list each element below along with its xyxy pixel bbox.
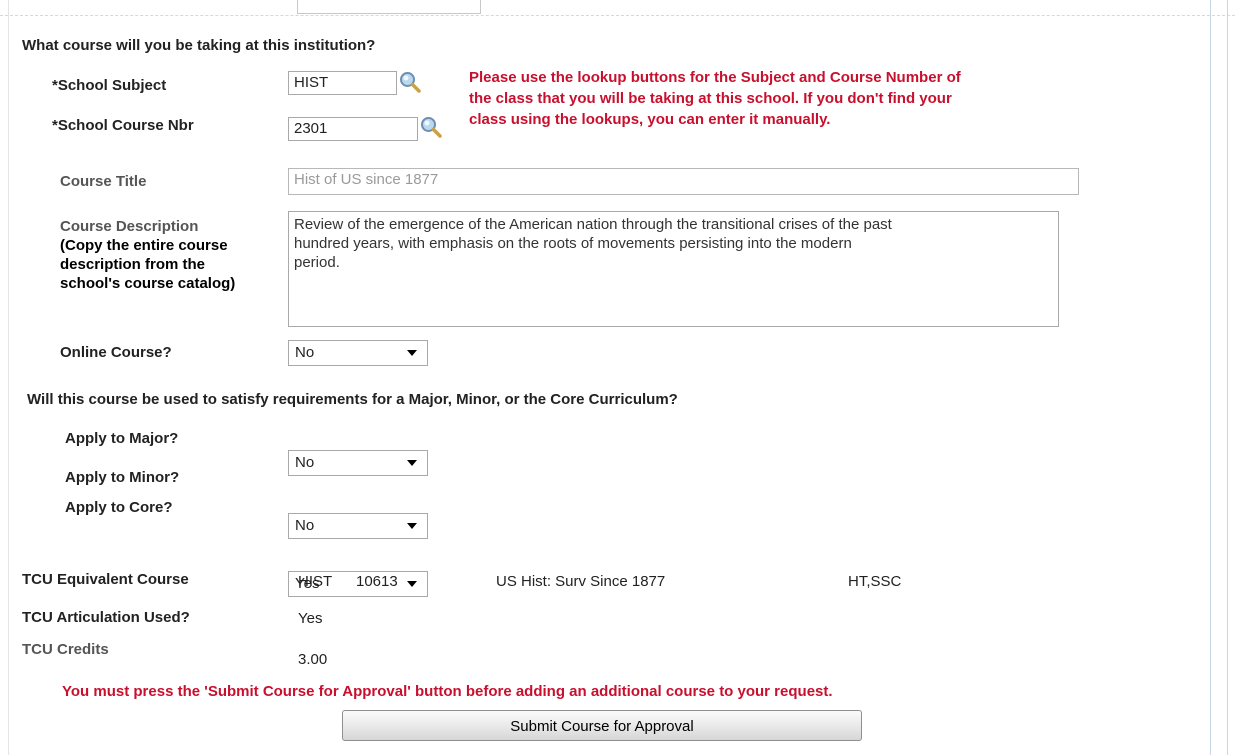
lookup-instructions-line: Please use the lookup buttons for the Su… xyxy=(469,69,961,86)
course-section-heading: What course will you be taking at this i… xyxy=(22,37,376,54)
scroll-gutter-divider xyxy=(1227,0,1228,755)
tcu-articulation-value: Yes xyxy=(298,610,323,627)
apply-core-label: Apply to Core? xyxy=(65,499,173,516)
chevron-down-icon xyxy=(407,350,417,356)
magnifier-icon xyxy=(400,72,421,93)
lookup-instructions: Please use the lookup buttons for the Su… xyxy=(469,67,961,130)
apply-minor-value: No xyxy=(295,517,315,534)
apply-major-select[interactable]: No xyxy=(288,450,428,476)
online-course-value: No xyxy=(295,344,315,361)
school-subject-input[interactable]: HIST xyxy=(288,71,397,95)
course-description-line: hundred years, with emphasis on the root… xyxy=(294,235,852,252)
submit-course-button[interactable]: Submit Course for Approval xyxy=(342,710,862,741)
tcu-equivalent-title: US Hist: Surv Since 1877 xyxy=(496,573,666,590)
apply-major-label: Apply to Major? xyxy=(65,430,179,447)
left-divider xyxy=(8,0,9,755)
tcu-equivalent-number: 10613 xyxy=(356,573,398,590)
apply-major-value: No xyxy=(295,454,315,471)
right-divider xyxy=(1210,0,1211,755)
tcu-articulation-label: TCU Articulation Used? xyxy=(22,609,190,626)
chevron-down-icon xyxy=(407,460,417,466)
school-course-nbr-input[interactable]: 2301 xyxy=(288,117,418,141)
tcu-equivalent-attributes: HT,SSC xyxy=(848,573,902,590)
previous-field-stub xyxy=(297,0,481,14)
previous-section-remnant xyxy=(0,0,1235,16)
course-description-label-title: Course Description xyxy=(60,218,199,235)
magnifier-icon xyxy=(421,117,442,138)
subject-lookup-button[interactable] xyxy=(398,70,422,94)
tcu-credits-label: TCU Credits xyxy=(22,641,109,658)
tcu-credits-value: 3.00 xyxy=(298,651,328,668)
apply-minor-label: Apply to Minor? xyxy=(65,469,180,486)
online-course-label: Online Course? xyxy=(60,344,172,361)
chevron-down-icon xyxy=(407,581,417,587)
requirements-section-heading: Will this course be used to satisfy requ… xyxy=(27,391,678,408)
apply-minor-select[interactable]: No xyxy=(288,513,428,539)
tcu-equivalent-label: TCU Equivalent Course xyxy=(22,571,189,588)
course-description-textarea[interactable]: Review of the emergence of the American … xyxy=(288,211,1059,327)
course-description-line: Review of the emergence of the American … xyxy=(294,216,892,233)
chevron-down-icon xyxy=(407,523,417,529)
course-description-hint: (Copy the entire course xyxy=(60,237,228,254)
tcu-equivalent-subject: HIST xyxy=(298,573,333,590)
lookup-instructions-line: class using the lookups, you can enter i… xyxy=(469,111,831,128)
submit-warning: You must press the 'Submit Course for Ap… xyxy=(62,683,833,700)
course-title-label: Course Title xyxy=(60,173,147,190)
school-subject-label: *School Subject xyxy=(52,77,167,94)
school-course-nbr-label: *School Course Nbr xyxy=(52,117,194,134)
course-description-hint: school's course catalog) xyxy=(60,275,236,292)
course-description-label: Course Description (Copy the entire cour… xyxy=(60,217,285,293)
lookup-instructions-line: the class that you will be taking at thi… xyxy=(469,90,952,107)
course-description-line: period. xyxy=(294,254,340,271)
course-description-hint: description from the xyxy=(60,256,206,273)
online-course-select[interactable]: No xyxy=(288,340,428,366)
course-title-field: Hist of US since 1877 xyxy=(288,168,1079,195)
course-nbr-lookup-button[interactable] xyxy=(419,115,443,139)
